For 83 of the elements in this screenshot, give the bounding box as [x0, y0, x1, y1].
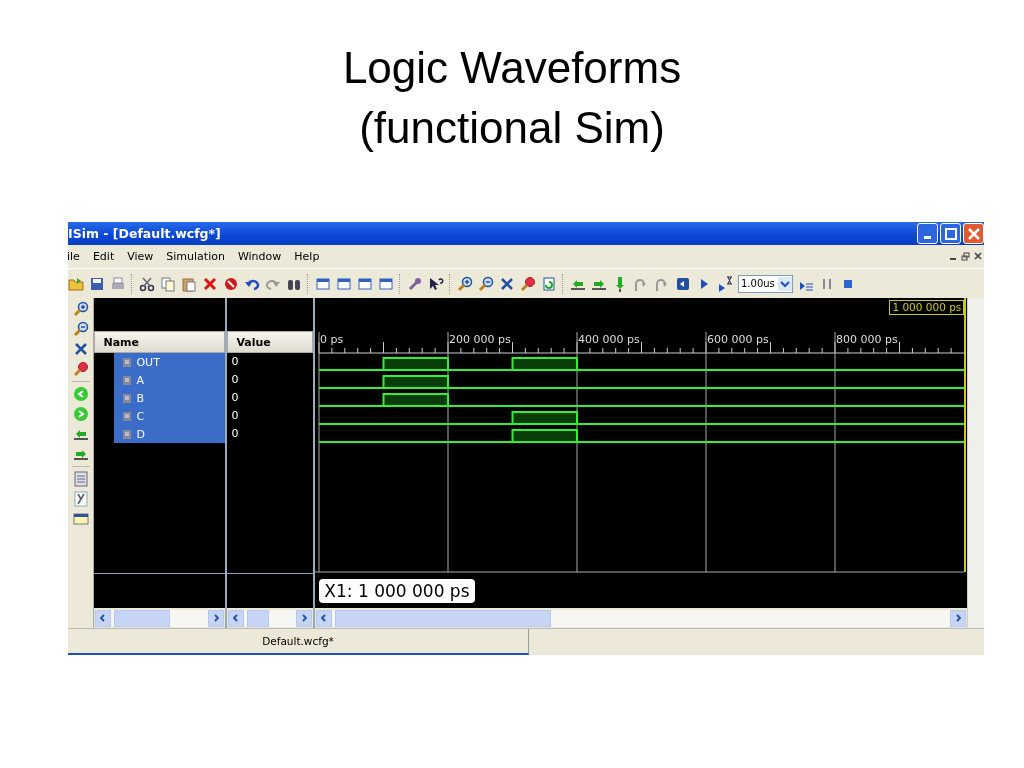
chevron-right-icon: [212, 614, 221, 622]
vertical-scrollbar[interactable]: [967, 298, 984, 628]
stop-icon[interactable]: [223, 275, 239, 292]
time-label: 600 000 ps: [707, 333, 770, 346]
folder-icon[interactable]: [68, 275, 84, 292]
zoom-in-icon[interactable]: [72, 301, 89, 317]
signal-icon: [122, 356, 133, 368]
time-label: 800 000 ps: [836, 333, 899, 346]
signal-icon: [122, 410, 133, 422]
run-for-icon[interactable]: [717, 275, 733, 292]
wrench-icon[interactable]: [407, 275, 423, 292]
menu-item[interactable]: View: [127, 250, 161, 263]
signal-value: 0: [230, 372, 240, 388]
signal-value: 0: [230, 408, 240, 424]
scroll-right-button[interactable]: [296, 609, 313, 627]
maximize-button[interactable]: [940, 223, 961, 244]
chevron-right-icon: [300, 614, 309, 622]
restore-icon[interactable]: [961, 252, 970, 261]
magnifier-icon[interactable]: [72, 361, 89, 377]
copy-icon[interactable]: [160, 275, 176, 292]
refresh-icon[interactable]: [541, 275, 557, 292]
scroll-left-button[interactable]: [228, 609, 245, 627]
menu-item[interactable]: Window: [237, 250, 289, 263]
signal-row[interactable]: D: [114, 425, 226, 443]
scroll-right-button[interactable]: [950, 609, 967, 627]
time-label: 200 000 ps: [449, 333, 512, 346]
maximize-icon: [944, 227, 957, 240]
signal-icon: [122, 428, 133, 440]
magnifier-icon[interactable]: [520, 275, 536, 292]
time-label: 400 000 ps: [578, 333, 641, 346]
signal-icon: [122, 392, 133, 404]
scroll-thumb[interactable]: [247, 609, 270, 627]
signal-value: 0: [230, 426, 240, 442]
zoom-out-icon[interactable]: [72, 321, 89, 337]
window-icon[interactable]: [336, 275, 352, 292]
column-header[interactable]: Name: [94, 331, 226, 353]
time-label: 0 ps: [320, 333, 344, 346]
cursor-time-label: 1 000 000 ps: [889, 300, 965, 315]
close-icon[interactable]: [974, 252, 982, 260]
menu-item[interactable]: Edit: [92, 250, 122, 263]
scroll-right-button[interactable]: [208, 609, 225, 627]
run-time-dropdown[interactable]: 1.00us: [738, 274, 793, 293]
slide-title: Logic Waveforms: [342, 42, 682, 94]
signal-icon: [122, 374, 133, 386]
scissors-icon[interactable]: [139, 275, 155, 292]
scroll-left-button[interactable]: [95, 609, 112, 627]
chevron-left-icon: [320, 614, 329, 622]
signal-row[interactable]: C: [114, 407, 226, 425]
menu-item[interactable]: Help: [294, 250, 327, 263]
zoom-out-icon[interactable]: [478, 275, 494, 292]
document-tab[interactable]: Default.wcfg*: [68, 629, 529, 655]
ruler-icon[interactable]: [72, 511, 89, 527]
scroll-thumb[interactable]: [335, 609, 552, 627]
help-icon[interactable]: [428, 275, 444, 292]
chevron-left-icon: [232, 614, 241, 622]
menu-item[interactable]: Simulation: [166, 250, 232, 263]
chevron-right-icon: [954, 614, 963, 622]
close-icon: [967, 227, 980, 240]
column-header[interactable]: Value: [227, 331, 314, 353]
chevron-left-icon: [99, 614, 108, 622]
window-icon[interactable]: [378, 275, 394, 292]
clipboard-icon[interactable]: [181, 275, 197, 292]
window-icon[interactable]: [315, 275, 331, 292]
printer-icon[interactable]: [110, 275, 126, 292]
window-title: ISim - [Default.wcfg*]: [68, 226, 222, 241]
signal-row[interactable]: B: [114, 389, 226, 407]
cursor-value-label: X1: 1 000 000 ps: [319, 579, 475, 603]
scroll-thumb[interactable]: [114, 609, 171, 627]
signal-value: 0: [230, 390, 240, 406]
signal-row[interactable]: A: [114, 371, 226, 389]
minimize-button[interactable]: [917, 223, 938, 244]
slide-title: (functional Sim): [359, 102, 665, 154]
menu-item[interactable]: ile: [68, 250, 87, 263]
delete-icon[interactable]: [202, 275, 218, 292]
close-button[interactable]: [963, 223, 984, 244]
window-icon[interactable]: [357, 275, 373, 292]
floppy-icon[interactable]: [89, 275, 105, 292]
scroll-left-button[interactable]: [316, 609, 333, 627]
signal-row[interactable]: OUT: [114, 353, 226, 371]
restart-icon[interactable]: [675, 275, 691, 292]
signal-value: 0: [230, 354, 240, 370]
zoom-in-icon[interactable]: [457, 275, 473, 292]
minimize-icon: [924, 236, 931, 239]
